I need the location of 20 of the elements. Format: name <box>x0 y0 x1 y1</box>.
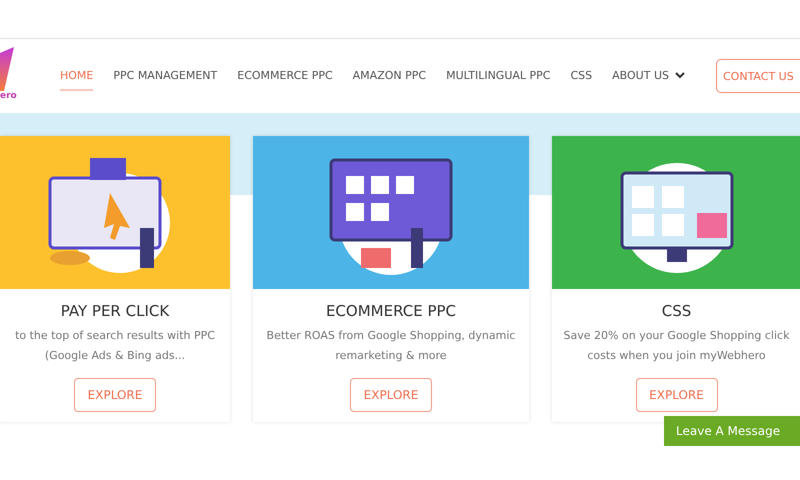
nav-link[interactable]: ECOMMERCE PPC <box>237 61 333 91</box>
card-title: ECOMMERCE PPC <box>326 302 456 320</box>
nav-link[interactable]: ABOUT US <box>612 61 685 91</box>
nav-link[interactable]: AMAZON PPC <box>352 61 426 91</box>
explore-button[interactable]: EXPLORE <box>74 378 156 412</box>
explore-button[interactable]: EXPLORE <box>350 378 432 412</box>
nav-link[interactable]: HOME <box>60 61 94 91</box>
explore-button[interactable]: EXPLORE <box>636 378 718 412</box>
card-title: PAY PER CLICK <box>60 302 170 320</box>
card-description: Better ROAS from Google Shopping, dynamic remarketing & more <box>266 328 516 364</box>
nav-link[interactable]: CSS <box>570 61 592 91</box>
card-description: Save 20% on your Google Shopping click costs when you join myWebhero <box>562 328 790 364</box>
card-title: CSS <box>662 302 692 320</box>
chevron-down-icon <box>674 72 685 79</box>
card-description: to the top of search results with PPC (Google Ads & Bing ads... <box>14 328 216 364</box>
contact-button[interactable]: CONTACT US <box>716 59 800 93</box>
leave-message-button[interactable]: Leave A Message <box>664 416 800 446</box>
logo-text[interactable]: ero <box>0 91 17 101</box>
nav-link[interactable]: PPC MANAGEMENT <box>113 61 218 91</box>
nav-link[interactable]: MULTILINGUAL PPC <box>446 61 550 91</box>
